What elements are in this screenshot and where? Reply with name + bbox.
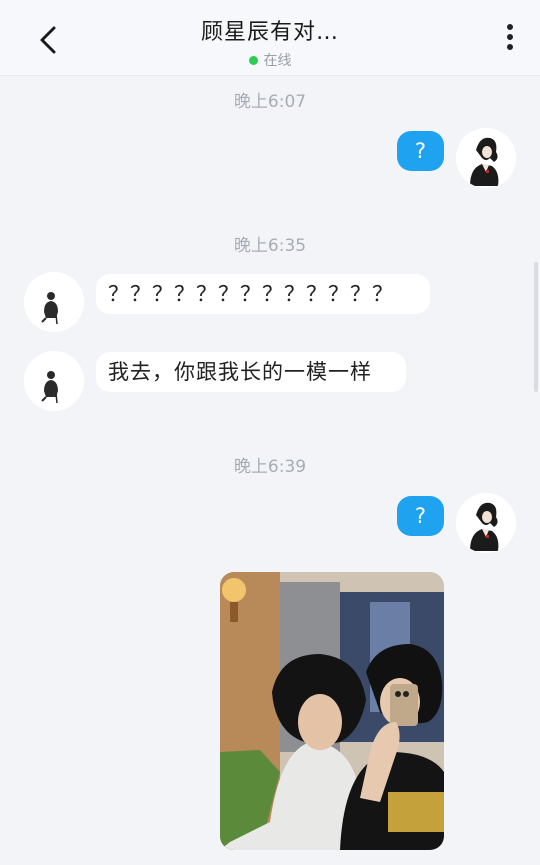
- more-vertical-icon: [502, 24, 518, 50]
- my-message-bubble[interactable]: ?: [397, 496, 444, 536]
- anime-character-avatar-icon: [456, 128, 516, 188]
- header-title-group: 顾星辰有对… 在线: [120, 14, 420, 70]
- chat-header: 顾星辰有对… 在线: [0, 0, 540, 76]
- contact-photo-avatar-icon: [24, 351, 84, 411]
- contact-message-bubble[interactable]: ？？？？？？？？？？？？？: [96, 274, 430, 314]
- my-avatar[interactable]: [456, 128, 516, 188]
- online-dot-icon: [248, 55, 258, 65]
- chevron-left-icon: [40, 26, 56, 54]
- online-status: 在线: [120, 50, 420, 70]
- anime-character-avatar-icon: [456, 493, 516, 553]
- my-avatar[interactable]: [456, 493, 516, 553]
- contact-photo-avatar-icon: [24, 272, 84, 332]
- back-button[interactable]: [32, 20, 64, 60]
- my-photo-message[interactable]: [220, 572, 444, 850]
- message-timestamp: 晚上6:39: [233, 457, 307, 477]
- message-timestamp: 晚上6:07: [233, 92, 307, 112]
- contact-name[interactable]: 顾星辰有对…: [120, 14, 420, 46]
- my-message-bubble[interactable]: ?: [397, 131, 444, 171]
- more-options-button[interactable]: [502, 24, 518, 56]
- contact-message-bubble[interactable]: 我去，你跟我长的一模一样: [96, 352, 406, 392]
- scrollbar[interactable]: [534, 262, 538, 392]
- message-timestamp: 晚上6:35: [233, 236, 307, 256]
- status-text: 在线: [263, 53, 292, 69]
- mirror-selfie-photo: [220, 572, 444, 850]
- contact-avatar[interactable]: [24, 351, 84, 411]
- contact-avatar[interactable]: [24, 272, 84, 332]
